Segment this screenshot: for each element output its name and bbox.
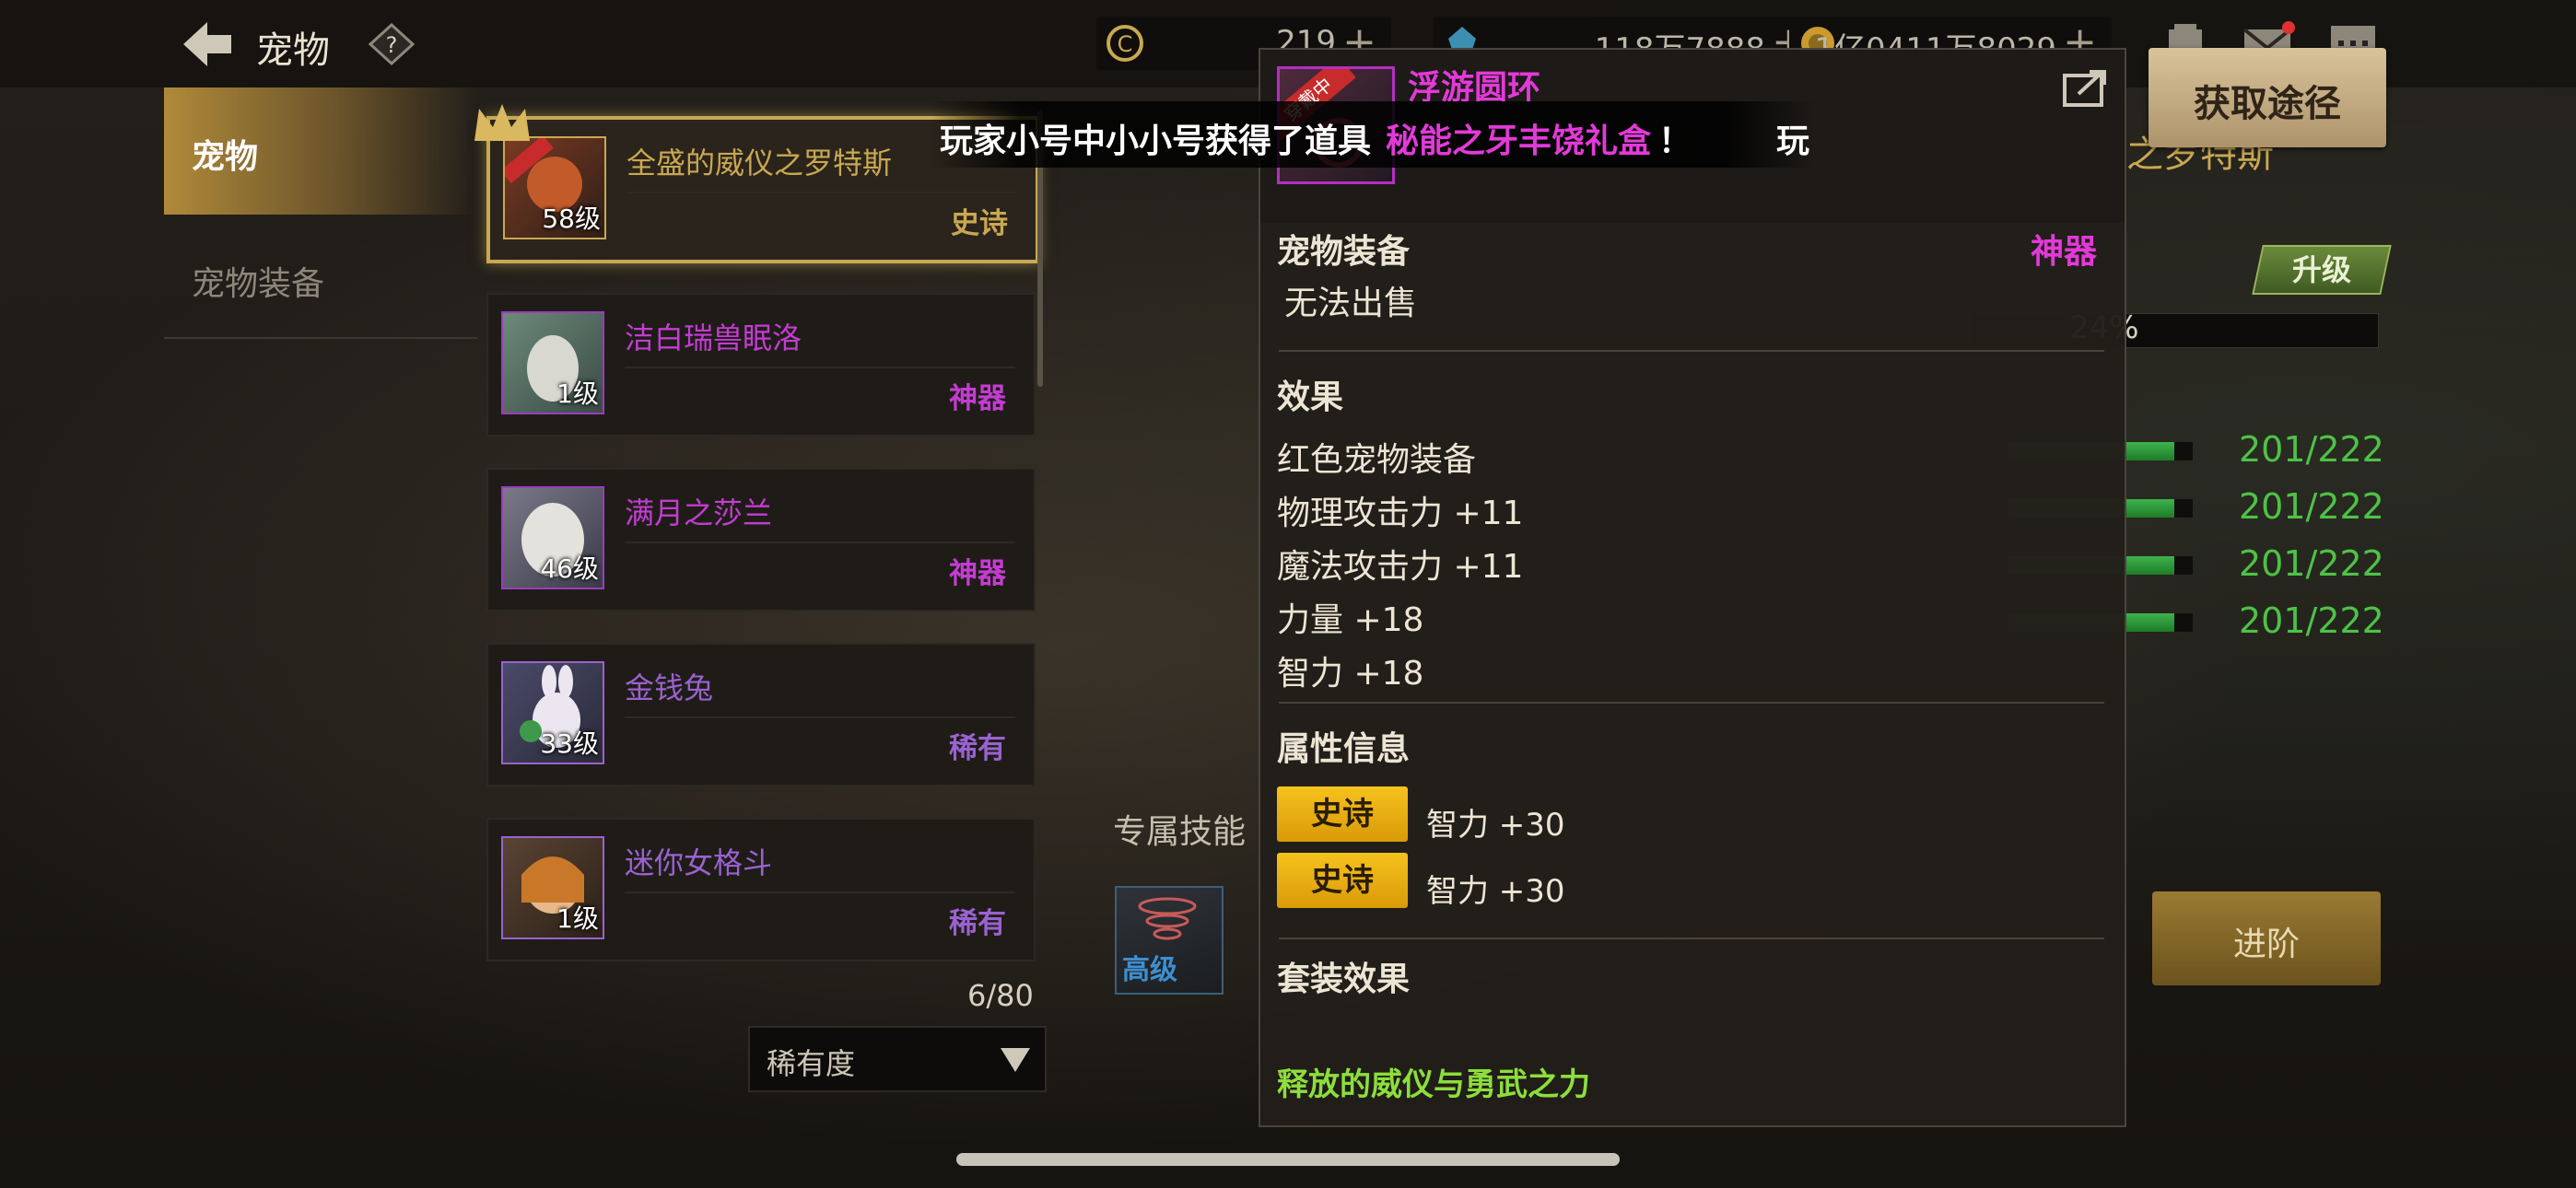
back-arrow-icon[interactable] bbox=[180, 18, 235, 70]
sell-status: 无法出售 bbox=[1284, 285, 1418, 322]
item-grade: 神器 bbox=[2031, 233, 2098, 271]
pet-avatar: 1级 bbox=[501, 311, 604, 414]
advance-button[interactable]: 进阶 bbox=[2152, 891, 2381, 985]
pet-count: 6/80 bbox=[967, 978, 1034, 1013]
nav-item-pets[interactable]: 宠物 bbox=[164, 87, 477, 215]
crown-icon bbox=[474, 104, 530, 141]
svg-text:C: C bbox=[1118, 31, 1133, 57]
set-effect-title: 套装效果 bbox=[1277, 961, 1411, 998]
pet-avatar: 1级 bbox=[501, 836, 604, 939]
effect-line: 智力 +18 bbox=[1277, 655, 1424, 693]
page-title: 宠物 bbox=[256, 29, 330, 72]
broadcast-prefix: 玩家小号中小小号获得了道具 bbox=[940, 122, 1372, 160]
pet-card-5[interactable]: 1级 迷你女格斗 稀有 bbox=[486, 818, 1036, 961]
effect-line: 物理攻击力 +11 bbox=[1277, 495, 1524, 532]
attribute-line: 智力 +30 bbox=[1426, 873, 1565, 910]
pet-avatar: 33级 bbox=[501, 661, 604, 764]
coin-c-icon: C bbox=[1107, 25, 1143, 62]
upgrade-button[interactable]: 升级 bbox=[2252, 245, 2392, 295]
effect-line: 红色宠物装备 bbox=[1277, 441, 1477, 479]
epic-tag: 史诗 bbox=[1277, 786, 1408, 842]
effects-title: 效果 bbox=[1277, 379, 1344, 416]
attribute-line: 智力 +30 bbox=[1426, 807, 1565, 844]
pet-card-3[interactable]: 46级 满月之莎兰 神器 bbox=[486, 468, 1036, 611]
broadcast-tail: 玩 bbox=[1776, 122, 1810, 160]
broadcast-suffix: ！ bbox=[1658, 122, 1692, 160]
pet-card-4[interactable]: 33级 金钱兔 稀有 bbox=[486, 643, 1036, 786]
effect-line: 力量 +18 bbox=[1277, 601, 1424, 639]
epic-tag: 史诗 bbox=[1277, 853, 1408, 908]
item-category: 宠物装备 bbox=[1277, 233, 1411, 271]
dropdown-arrow-icon bbox=[1001, 1048, 1030, 1072]
get-route-button[interactable]: 获取途径 bbox=[2149, 48, 2386, 147]
attributes-title: 属性信息 bbox=[1277, 730, 1411, 768]
svg-text:?: ? bbox=[386, 32, 398, 58]
effect-line: 魔法攻击力 +11 bbox=[1277, 548, 1524, 586]
skill-icon[interactable]: 高级 bbox=[1115, 886, 1224, 995]
share-icon[interactable] bbox=[2062, 66, 2110, 109]
pet-avatar: 46级 bbox=[501, 486, 604, 589]
nav-item-pet-equipment[interactable]: 宠物装备 bbox=[164, 215, 477, 342]
pet-avatar: 58级 bbox=[503, 136, 606, 239]
home-indicator[interactable] bbox=[956, 1153, 1620, 1166]
nav-divider bbox=[164, 337, 477, 339]
exclusive-skill-label: 专属技能 bbox=[1113, 813, 1247, 851]
set-effect-name: 释放的威仪与勇武之力 bbox=[1277, 1066, 1590, 1103]
help-icon[interactable]: ? bbox=[369, 23, 415, 65]
sort-dropdown[interactable]: 稀有度 bbox=[748, 1026, 1047, 1092]
broadcast-item: 秘能之牙丰饶礼盒 bbox=[1386, 122, 1652, 160]
item-tooltip: 穿戴中 浮游圆环 宠物装备 神器 无法出售 效果 红色宠物装备 物理攻击力 +1… bbox=[1259, 48, 2126, 1127]
pet-card-2[interactable]: 1级 洁白瑞兽眠洛 神器 bbox=[486, 293, 1036, 437]
broadcast-banner: 玩家小号中小小号获得了道具 秘能之牙丰饶礼盒 ！ 玩 bbox=[931, 101, 1815, 168]
side-nav: 宠物 宠物装备 bbox=[164, 87, 477, 342]
